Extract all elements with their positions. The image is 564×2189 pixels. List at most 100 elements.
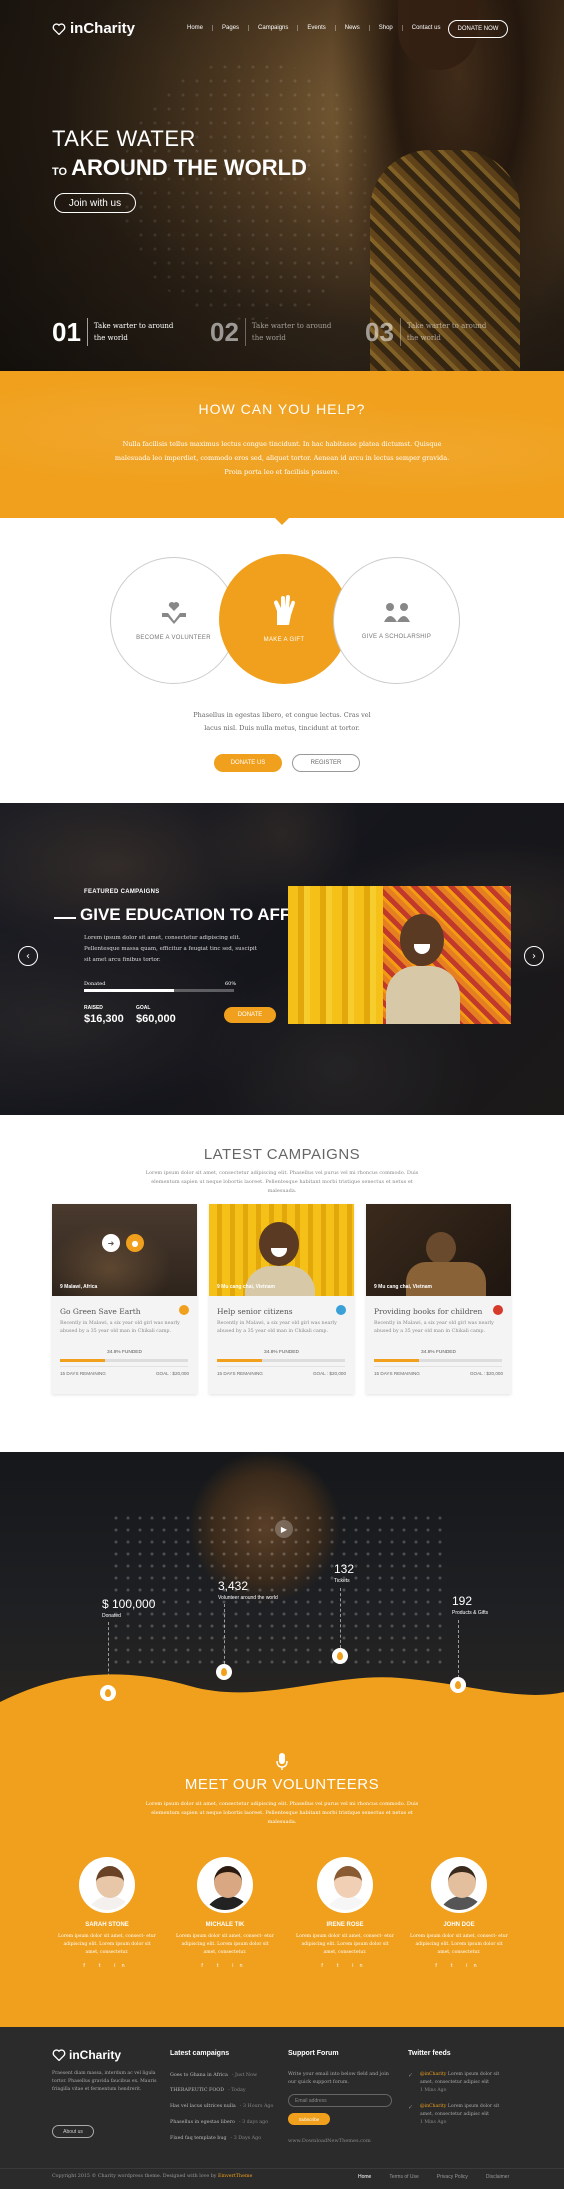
nav-shop[interactable]: Shop	[370, 25, 403, 31]
social-icons[interactable]: f t in	[290, 1963, 400, 1969]
card-title[interactable]: Help senior citizens	[217, 1307, 293, 1316]
card-image	[366, 1204, 511, 1296]
footer-link-terms[interactable]: Terms of Use	[389, 2174, 418, 2180]
card-remaining: 15 DAYS REMAINING	[60, 1371, 106, 1376]
card-progress-bar	[60, 1359, 188, 1362]
goal-value: $60,000	[136, 1013, 176, 1025]
author-link[interactable]: EmvertTheme	[218, 2174, 252, 2179]
latest-desc: Lorem ipsum dolor sit amet, consectetur …	[145, 1170, 419, 1194]
play-video-icon[interactable]: ▶	[275, 1520, 293, 1538]
footer-logo[interactable]: inCharity	[52, 2048, 121, 2062]
footer-campaign-link[interactable]: THERAPEUTIC FOOD - Today	[170, 2088, 246, 2093]
card-funded: 34.8% FUNDED	[421, 1350, 456, 1355]
way-gift[interactable]: MAKE A GIFT	[219, 554, 349, 684]
volunteer-desc: Lorem ipsum dolor sit amet, consect- etu…	[296, 1934, 394, 1955]
avatar[interactable]	[197, 1857, 253, 1913]
tweet-handle[interactable]: @inCharity	[420, 2104, 446, 2109]
card-desc: Recently in Malawi, a six year old girl …	[217, 1321, 337, 1334]
donated-percent: 60%	[225, 981, 237, 987]
twitter-icon: ✓	[408, 2104, 414, 2111]
register-button[interactable]: REGISTER	[292, 754, 360, 772]
email-field[interactable]: Email address	[288, 2094, 392, 2107]
footer-link-disclaimer[interactable]: Disclaimer	[486, 2174, 509, 2180]
forum-text: Write your email into below field and jo…	[288, 2072, 389, 2085]
hands-heart-icon	[161, 601, 186, 624]
way-volunteer[interactable]: BECOME A VOLUNTEER	[110, 557, 237, 684]
help-text: Nulla facilisis tellus maximus lectus co…	[114, 440, 450, 476]
donate-us-button[interactable]: DONATE US	[214, 754, 282, 772]
donated-label: Donated	[84, 981, 106, 987]
card-title[interactable]: Go Green Save Earth	[60, 1307, 141, 1316]
subscribe-button[interactable]: Subscribe	[288, 2113, 330, 2125]
nav-contact[interactable]: Contact us	[403, 25, 450, 31]
support-forum-heading: Support Forum	[288, 2050, 339, 2057]
microphone-icon	[276, 1753, 288, 1770]
stat-value: 132	[334, 1562, 355, 1576]
featured-donate-button[interactable]: DONATE	[224, 1007, 276, 1023]
card-goal: GOAL : $20,000	[155, 1371, 189, 1376]
campaign-card[interactable]: 9 Mu cang chai, Vietnam Providing books …	[366, 1204, 511, 1394]
footer-campaign-link[interactable]: Phasellus in egestas libero - 3 days ago	[170, 2120, 268, 2125]
footer-campaign-link[interactable]: Has vel lacus ultrices nulla - 3 Hours Ag…	[170, 2104, 273, 2109]
volunteer-name: IRENE ROSE	[326, 1922, 364, 1928]
campaign-card[interactable]: 9 Mu cang chai, Vietnam Help senior citi…	[209, 1204, 354, 1394]
footer-link-home[interactable]: Home	[358, 2174, 371, 2180]
drop-icon	[100, 1685, 116, 1701]
card-title[interactable]: Providing books for children	[374, 1307, 482, 1316]
section-arrow	[274, 517, 290, 525]
nav-pages[interactable]: Pages	[213, 25, 250, 31]
donate-now-button[interactable]: DONATE NOW	[448, 20, 508, 38]
card-image	[209, 1204, 354, 1296]
nav-events[interactable]: Events	[298, 25, 336, 31]
volunteer-card: JOHN DOE Lorem ipsum dolor sit amet, con…	[404, 1857, 514, 1969]
people-heart-icon	[383, 602, 410, 622]
footer-campaign-link[interactable]: Goes to Ghana in Africa - Just Now	[170, 2073, 257, 2078]
nav-news[interactable]: News	[336, 25, 370, 31]
volunteers-desc: Lorem ipsum dolor sit amet, consectetur …	[145, 1801, 419, 1825]
avatar[interactable]	[317, 1857, 373, 1913]
hero-title-main: AROUND THE WORLD	[71, 155, 307, 180]
donate-drop-icon[interactable]: ●	[126, 1234, 144, 1252]
social-icons[interactable]: f t in	[52, 1963, 162, 1969]
card-progress-bar	[217, 1359, 345, 1362]
hero-section	[0, 0, 564, 371]
featured-photo	[288, 886, 511, 1024]
featured-title: GIVE EDUCATION TO AFFICA	[80, 905, 320, 924]
way-label: MAKE A GIFT	[263, 637, 305, 643]
share-arrow-icon[interactable]: ➜	[102, 1234, 120, 1252]
step-number: 02	[210, 318, 246, 346]
twitter-icon: ✓	[408, 2072, 414, 2079]
card-remaining: 15 DAYS REMAINING	[374, 1371, 420, 1376]
volunteer-desc: Lorem ipsum dolor sit amet, consect- etu…	[410, 1934, 508, 1955]
hero-step-1: 01 Take warter to around the world	[52, 318, 174, 346]
help-title: HOW CAN YOU HELP?	[198, 401, 366, 417]
card-progress-fill	[60, 1359, 105, 1362]
heart-logo-icon	[52, 2049, 66, 2061]
wave-divider	[0, 1674, 564, 1726]
logo[interactable]: inCharity	[52, 20, 135, 37]
way-label: GIVE A SCHOLARSHIP	[361, 633, 432, 640]
hero-title-line2: TO AROUND THE WORLD	[52, 155, 307, 181]
raised-stat: RAISED $16,300	[84, 1005, 124, 1025]
drop-icon	[450, 1677, 466, 1693]
nav-campaigns[interactable]: Campaigns	[249, 25, 299, 31]
about-us-button[interactable]: About us	[52, 2125, 94, 2138]
social-icons[interactable]: f t in	[404, 1963, 514, 1969]
footer-campaign-link[interactable]: Fixed faq template bug - 3 Days Ago	[170, 2136, 261, 2141]
slider-prev-icon[interactable]: ‹	[18, 946, 38, 966]
card-remaining: 15 DAYS REMAINING	[217, 1371, 263, 1376]
step-number: 01	[52, 318, 88, 346]
join-button[interactable]: Join with us	[54, 193, 136, 213]
volunteer-card: IRENE ROSE Lorem ipsum dolor sit amet, c…	[290, 1857, 400, 1969]
footer-link-privacy[interactable]: Privacy Policy	[437, 2174, 468, 2180]
avatar[interactable]	[431, 1857, 487, 1913]
campaign-card[interactable]: ➜ ● 9 Malawi, Africa Go Green Save Earth…	[52, 1204, 197, 1394]
slider-next-icon[interactable]: ›	[524, 946, 544, 966]
tweet-handle[interactable]: @inCharity	[420, 2072, 446, 2077]
latest-campaigns-heading: Latest campaigns	[170, 2050, 230, 2057]
nav-home[interactable]: Home	[178, 25, 214, 31]
way-scholarship[interactable]: GIVE A SCHOLARSHIP	[333, 557, 460, 684]
hero-title-to: TO	[52, 166, 68, 178]
avatar[interactable]	[79, 1857, 135, 1913]
social-icons[interactable]: f t in	[170, 1963, 280, 1969]
